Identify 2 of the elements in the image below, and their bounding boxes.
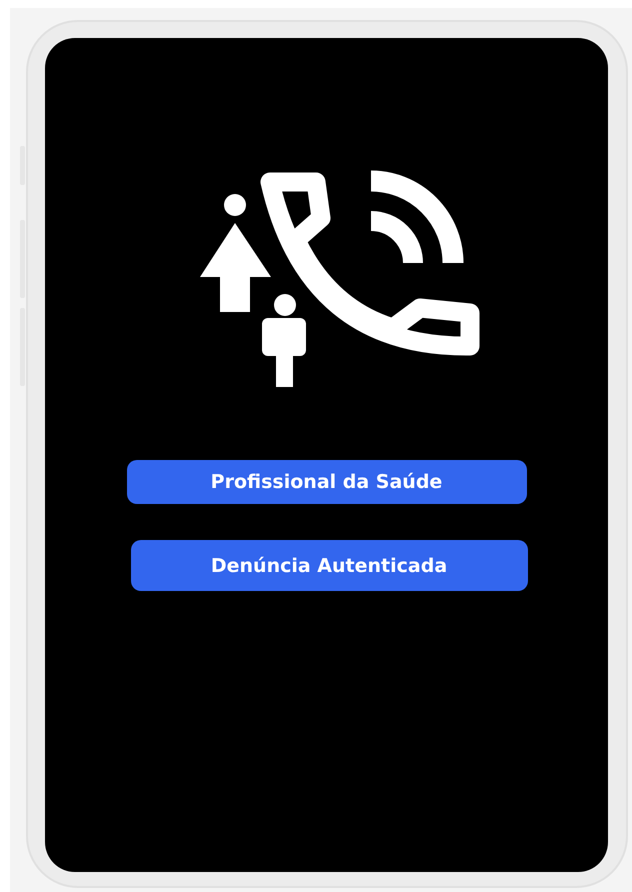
option-button[interactable]: Profissional da Saúde <box>126 460 526 504</box>
option-button[interactable]: Denúncia Autenticada <box>130 540 528 591</box>
